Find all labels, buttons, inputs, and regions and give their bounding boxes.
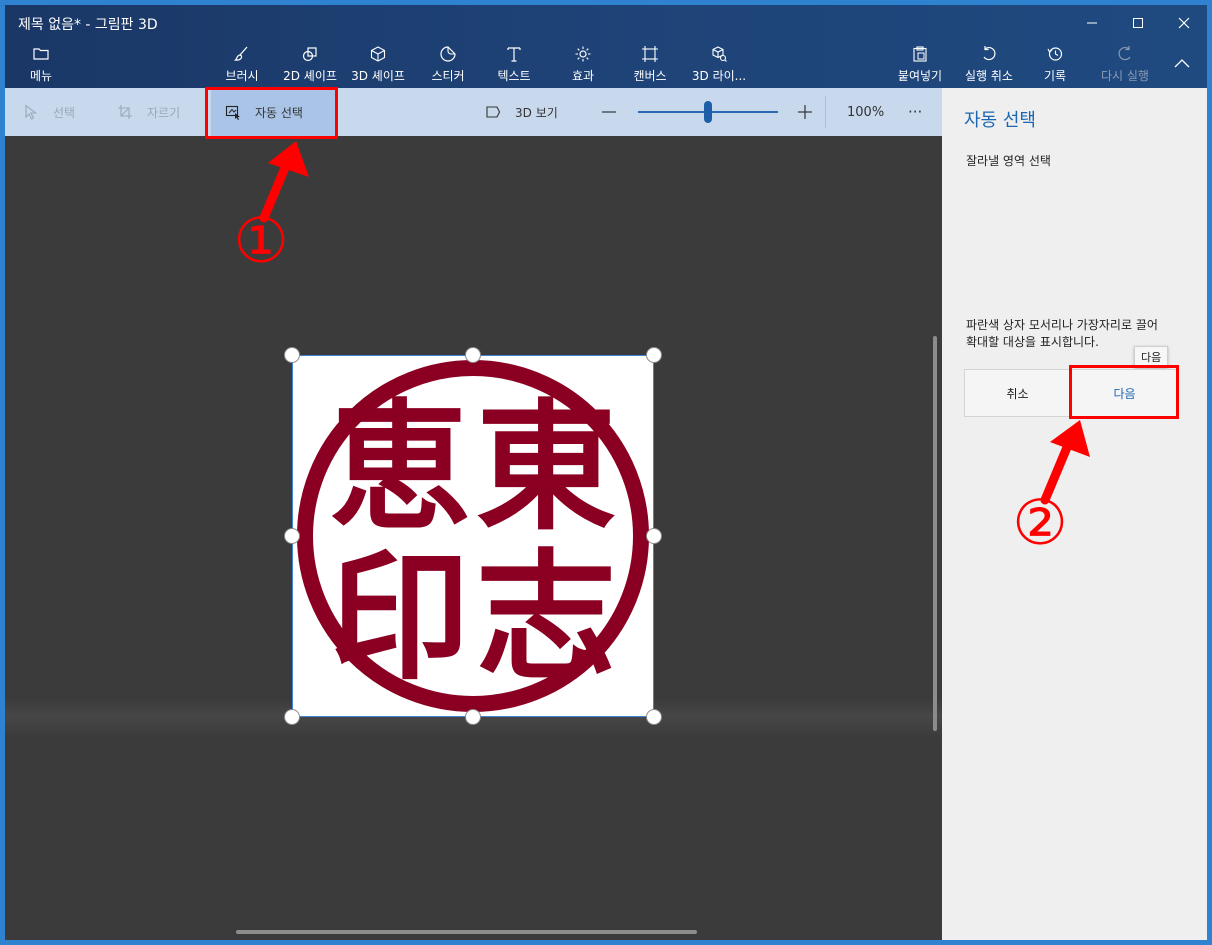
brush-icon [233,46,248,61]
library3d-label: 3D 라이... [691,69,747,83]
stamp-image[interactable]: 東 志 恵 印 [292,355,654,717]
vertical-scrollbar[interactable] [933,336,937,731]
more-options-button[interactable]: ··· [908,88,922,136]
canvas-button[interactable]: 캔버스 [627,41,673,88]
handle-left[interactable] [284,528,300,544]
minimize-icon [1087,22,1097,24]
paint3d-window: 제목 없음* - 그림판 3D 메뉴 브러시 2D 셰이프 3D 셰이프 스티커… [5,5,1207,940]
handle-top[interactable] [465,347,481,363]
toolbar-divider [825,96,826,128]
stickers-label: 스티커 [431,69,465,83]
top-bar: 제목 없음* - 그림판 3D 메뉴 브러시 2D 셰이프 3D 셰이프 스티커… [5,5,1207,88]
stickers-button[interactable]: 스티커 [423,41,473,88]
undo-label: 실행 취소 [965,69,1013,83]
title-bar: 제목 없음* - 그림판 3D [5,5,1207,41]
stamp-char-2: 志 [476,537,616,700]
effects-button[interactable]: 효과 [563,41,603,88]
ribbon: 메뉴 브러시 2D 셰이프 3D 셰이프 스티커 텍스트 효과 캔버스 3D 라… [5,41,1207,88]
history-label: 기록 [1043,69,1067,83]
handle-top-right[interactable] [646,347,662,363]
cube-icon [370,46,386,62]
redo-label: 다시 실행 [1101,69,1149,83]
handle-bottom-left[interactable] [284,709,300,725]
view3d-label: 3D 보기 [515,105,558,120]
folder-icon [33,48,49,60]
app-frame: 제목 없음* - 그림판 3D 메뉴 브러시 2D 셰이프 3D 셰이프 스티커… [0,0,1212,945]
annotation-box-magic-select [205,87,338,139]
stamp-char-1: 東 [476,387,616,550]
canvas-icon [642,46,658,62]
panel-description-line1: 파란색 상자 모서리나 가장자리로 끌어 [966,318,1158,332]
shapes2d-icon [302,47,317,62]
text-icon [507,47,521,62]
undo-icon [983,46,996,61]
collapse-ribbon-button[interactable] [1167,41,1197,88]
side-panel: 자동 선택 잘라낼 영역 선택 파란색 상자 모서리나 가장자리로 끌어 확대할… [942,88,1207,940]
menu-button[interactable]: 메뉴 [21,41,61,88]
text-label: 텍스트 [497,69,531,83]
cursor-icon [25,104,38,120]
paste-label: 붙여넣기 [897,69,943,83]
brushes-button[interactable]: 브러시 [217,41,267,88]
tool-options-bar: 선택 자르기 자동 선택 3D 보기 100% ··· [5,88,942,136]
library3d-button[interactable]: 3D 라이... [689,41,749,88]
shapes3d-label: 3D 셰이프 [351,69,405,83]
minimize-button[interactable] [1069,5,1115,41]
paste-button[interactable]: 붙여넣기 [893,41,947,88]
canvas-label: 캔버스 [633,69,667,83]
shapes2d-button[interactable]: 2D 셰이프 [279,41,341,88]
panel-subtitle: 잘라낼 영역 선택 [966,154,1051,168]
stamp-seal: 東 志 恵 印 [297,360,649,712]
view3d-icon [486,106,501,118]
effects-label: 효과 [571,69,595,83]
crop-icon [118,105,132,119]
selection-region[interactable]: 東 志 恵 印 [284,347,662,725]
handle-bottom-right[interactable] [646,709,662,725]
zoom-slider-thumb[interactable] [704,101,712,123]
maximize-icon [1133,18,1143,28]
handle-bottom[interactable] [465,709,481,725]
clipboard-icon [913,46,927,62]
redo-icon [1118,46,1131,61]
crop-tool[interactable]: 자르기 [117,88,180,136]
chevron-up-icon [1174,59,1190,68]
cancel-button[interactable]: 취소 [964,369,1071,417]
redo-button[interactable]: 다시 실행 [1093,41,1157,88]
handle-top-left[interactable] [284,347,300,363]
plus-icon [798,105,812,119]
select-tool[interactable]: 선택 [23,88,75,136]
zoom-level[interactable]: 100% [847,88,884,136]
panel-title: 자동 선택 [964,110,1036,131]
undo-button[interactable]: 실행 취소 [957,41,1021,88]
maximize-button[interactable] [1115,5,1161,41]
library3d-icon [712,46,727,62]
zoom-out-button[interactable] [601,88,631,136]
canvas-area[interactable]: 東 志 恵 印 [5,136,942,940]
view3d-toggle[interactable]: 3D 보기 [485,88,558,136]
menu-label: 메뉴 [29,69,53,83]
close-button[interactable] [1161,5,1207,41]
crop-label: 자르기 [147,105,181,120]
select-label: 선택 [53,105,76,120]
brushes-label: 브러시 [225,69,259,83]
stamp-char-3: 恵 [330,387,470,550]
annotation-box-next [1069,365,1179,419]
zoom-in-button[interactable] [797,88,827,136]
window-title: 제목 없음* - 그림판 3D [18,17,158,33]
close-icon [1178,17,1190,29]
handle-right[interactable] [646,528,662,544]
history-icon [1047,47,1063,61]
sun-icon [575,46,591,62]
sticker-icon [440,46,456,62]
minus-icon [602,111,616,113]
text-button[interactable]: 텍스트 [489,41,539,88]
shapes2d-label: 2D 셰이프 [283,69,337,83]
shapes3d-button[interactable]: 3D 셰이프 [347,41,409,88]
stamp-char-4: 印 [330,537,470,700]
history-button[interactable]: 기록 [1035,41,1075,88]
horizontal-scrollbar[interactable] [236,930,697,934]
